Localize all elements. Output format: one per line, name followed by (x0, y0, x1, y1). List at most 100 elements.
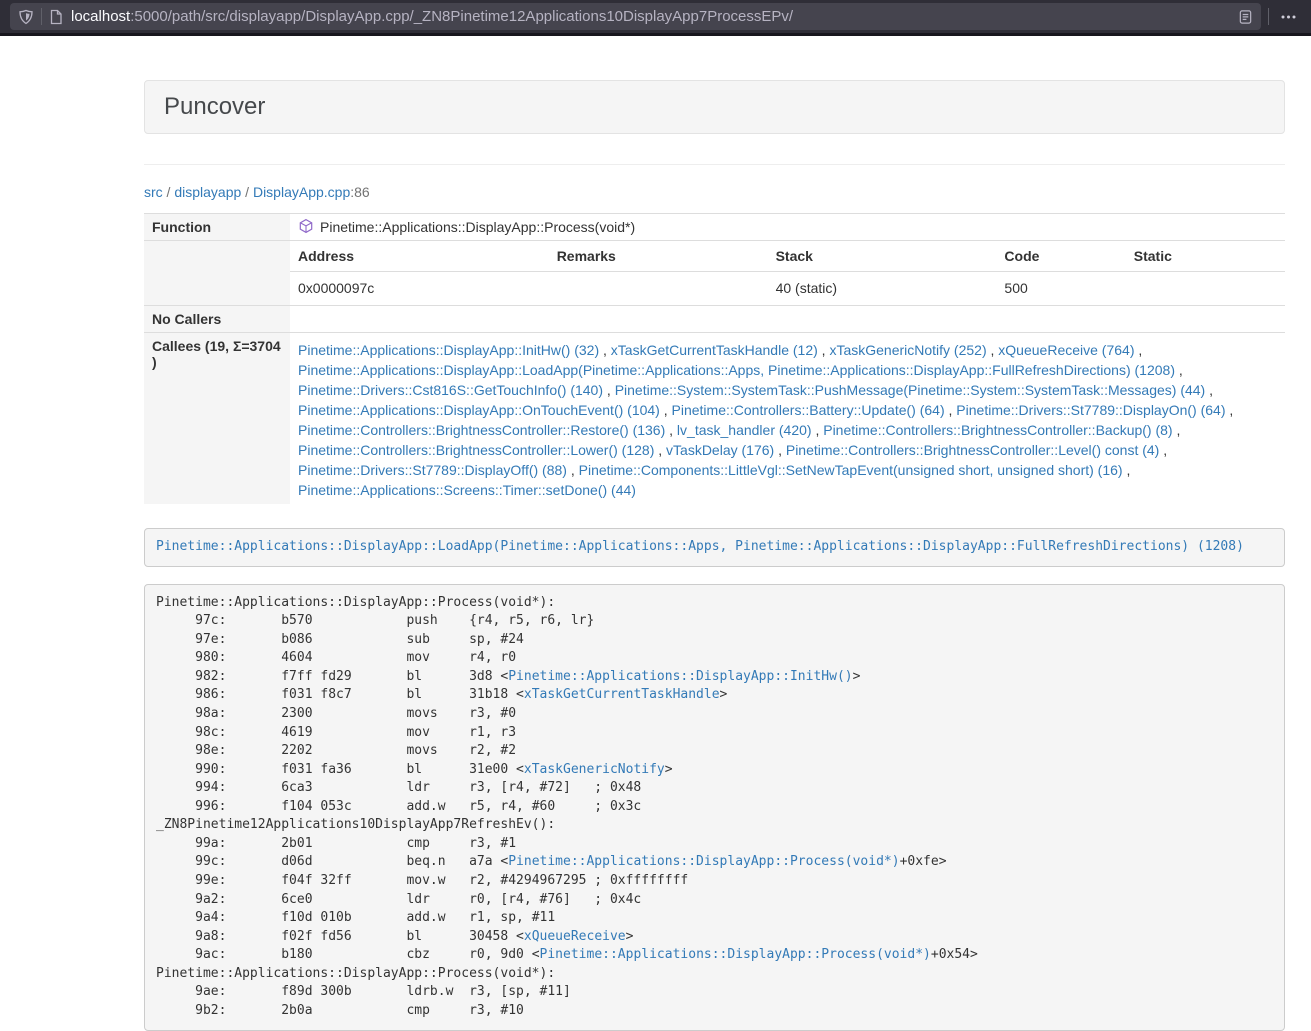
asm-text: > (665, 762, 673, 777)
stats-column-header: Stack (768, 241, 997, 272)
breadcrumb-link[interactable]: displayapp (174, 184, 241, 200)
asm-text: 98e: 2202 movs r2, #2 (156, 743, 516, 758)
breadcrumb-text: :86 (350, 184, 369, 200)
callee-link[interactable]: xQueueReceive (764) (998, 342, 1134, 358)
asm-text: 97c: b570 push {r4, r5, r6, lr} (156, 613, 594, 628)
callees-row: Callees (19, Σ=3704 ) Pinetime::Applicat… (144, 333, 1285, 505)
callee-separator-text: , (812, 422, 824, 438)
asm-link[interactable]: xTaskGenericNotify (524, 762, 665, 777)
callee-link[interactable]: vTaskDelay (176) (666, 442, 774, 458)
asm-text: 9a2: 6ce0 ldr r0, [r4, #76] ; 0x4c (156, 892, 641, 907)
asm-text: > (853, 669, 861, 684)
site-header-panel: Puncover (144, 80, 1285, 134)
page-title[interactable]: Puncover (164, 93, 265, 120)
function-detail-table: Function Pinetime::Applications::Display… (144, 213, 1285, 504)
callee-link[interactable]: Pinetime::Controllers::BrightnessControl… (298, 422, 665, 438)
callee-separator-text: , (1175, 362, 1183, 378)
callees-label: Callees (19, Σ=3704 ) (144, 333, 290, 505)
callee-separator-text: , (660, 402, 672, 418)
asm-link[interactable]: Pinetime::Applications::DisplayApp::Init… (508, 669, 852, 684)
asm-text: 99e: f04f 32ff mov.w r2, #4294967295 ; 0… (156, 873, 688, 888)
shield-icon[interactable] (18, 9, 34, 25)
asm-text: 99c: d06d beq.n a7a < (156, 854, 508, 869)
callee-link[interactable]: Pinetime::Controllers::BrightnessControl… (298, 442, 654, 458)
more-menu-icon[interactable] (1280, 9, 1297, 25)
asm-text: 982: f7ff fd29 bl 3d8 < (156, 669, 508, 684)
breadcrumb-text: / (163, 184, 175, 200)
stats-column-header: Static (1126, 241, 1285, 272)
asm-text: 98c: 4619 mov r1, r3 (156, 725, 516, 740)
page-info-icon[interactable] (49, 9, 63, 25)
highlighted-callee-link[interactable]: Pinetime::Applications::DisplayApp::Load… (156, 539, 1244, 554)
callee-link[interactable]: Pinetime::Applications::Screens::Timer::… (298, 482, 636, 498)
reader-view-icon[interactable] (1238, 9, 1253, 25)
no-callers-label: No Callers (144, 306, 290, 333)
asm-text: 996: f104 053c add.w r5, r4, #60 ; 0x3c (156, 799, 641, 814)
callee-separator-text: , (1159, 442, 1167, 458)
callees-list: Pinetime::Applications::DisplayApp::Init… (290, 333, 1285, 505)
breadcrumb-link[interactable]: src (144, 184, 163, 200)
stats-column-header: Address (290, 241, 549, 272)
asm-link[interactable]: xQueueReceive (524, 929, 626, 944)
callee-link[interactable]: Pinetime::Applications::DisplayApp::OnTo… (298, 402, 660, 418)
function-row-label: Function (144, 214, 290, 241)
asm-text: 9a8: f02f fd56 bl 30458 < (156, 929, 524, 944)
callee-link[interactable]: Pinetime::Drivers::St7789::DisplayOn() (… (956, 402, 1225, 418)
callee-link[interactable]: Pinetime::Controllers::BrightnessControl… (823, 422, 1172, 438)
stats-column-header: Code (996, 241, 1125, 272)
asm-link[interactable]: xTaskGetCurrentTaskHandle (524, 687, 720, 702)
callee-link[interactable]: Pinetime::Applications::DisplayApp::Load… (298, 362, 1175, 378)
asm-text: 99a: 2b01 cmp r3, #1 (156, 836, 516, 851)
callee-link[interactable]: Pinetime::Controllers::Battery::Update()… (672, 402, 945, 418)
callee-separator-text: , (987, 342, 999, 358)
callee-link[interactable]: Pinetime::Controllers::BrightnessControl… (786, 442, 1159, 458)
asm-text: > (626, 929, 634, 944)
function-name: Pinetime::Applications::DisplayApp::Proc… (320, 219, 635, 235)
callee-link[interactable]: xTaskGetCurrentTaskHandle (12) (611, 342, 818, 358)
stats-header-row: AddressRemarksStackCodeStatic (290, 241, 1285, 272)
callers-row: No Callers (144, 306, 1285, 333)
asm-text: _ZN8Pinetime12Applications10DisplayApp7R… (156, 817, 555, 832)
asm-text: 980: 4604 mov r4, r0 (156, 650, 516, 665)
asm-link[interactable]: Pinetime::Applications::DisplayApp::Proc… (508, 854, 899, 869)
asm-text: 9ae: f89d 300b ldrb.w r3, [sp, #11] (156, 984, 571, 999)
callee-separator-text: , (1173, 422, 1181, 438)
asm-text: 990: f031 fa36 bl 31e00 < (156, 762, 524, 777)
asm-text: +0x54> (931, 947, 978, 962)
callee-link[interactable]: Pinetime::Drivers::Cst816S::GetTouchInfo… (298, 382, 603, 398)
breadcrumb-link[interactable]: DisplayApp.cpp (253, 184, 350, 200)
asm-text: 97e: b086 sub sp, #24 (156, 632, 524, 647)
callee-separator-text: , (945, 402, 957, 418)
breadcrumb-text: / (241, 184, 253, 200)
url-text[interactable]: localhost:5000/path/src/displayapp/Displ… (71, 8, 1238, 25)
asm-text: 994: 6ca3 ldr r3, [r4, #72] ; 0x48 (156, 780, 641, 795)
function-name-cell: Pinetime::Applications::DisplayApp::Proc… (290, 214, 1285, 241)
page-content: Puncover src / displayapp / DisplayApp.c… (144, 80, 1285, 1031)
stats-value: 40 (static) (768, 272, 997, 306)
callee-link[interactable]: Pinetime::Components::LittleVgl::SetNewT… (579, 462, 1123, 478)
stats-value (1126, 272, 1285, 306)
stats-value (549, 272, 768, 306)
asm-text: +0xfe> (900, 854, 947, 869)
stats-row-label (144, 241, 290, 306)
callee-separator-text: , (665, 422, 677, 438)
breadcrumb: src / displayapp / DisplayApp.cpp:86 (144, 184, 1285, 200)
callee-separator-text: , (1205, 382, 1213, 398)
callee-link[interactable]: lv_task_handler (420) (677, 422, 812, 438)
toolbar-divider (1268, 8, 1269, 25)
stats-row: AddressRemarksStackCodeStatic 0x0000097c… (144, 241, 1285, 306)
url-bar[interactable]: localhost:5000/path/src/displayapp/Displ… (10, 3, 1261, 30)
callee-link[interactable]: xTaskGenericNotify (252) (829, 342, 986, 358)
package-icon (298, 218, 314, 234)
callee-separator-text: , (1123, 462, 1131, 478)
highlighted-callee-box: Pinetime::Applications::DisplayApp::Load… (144, 528, 1285, 567)
callers-cell (290, 306, 1285, 333)
asm-text: 986: f031 f8c7 bl 31b18 < (156, 687, 524, 702)
stats-value: 0x0000097c (290, 272, 549, 306)
callee-link[interactable]: Pinetime::Applications::DisplayApp::Init… (298, 342, 599, 358)
asm-text: > (720, 687, 728, 702)
stats-value: 500 (996, 272, 1125, 306)
asm-link[interactable]: Pinetime::Applications::DisplayApp::Proc… (540, 947, 931, 962)
callee-link[interactable]: Pinetime::System::SystemTask::PushMessag… (615, 382, 1206, 398)
callee-link[interactable]: Pinetime::Drivers::St7789::DisplayOff() … (298, 462, 567, 478)
